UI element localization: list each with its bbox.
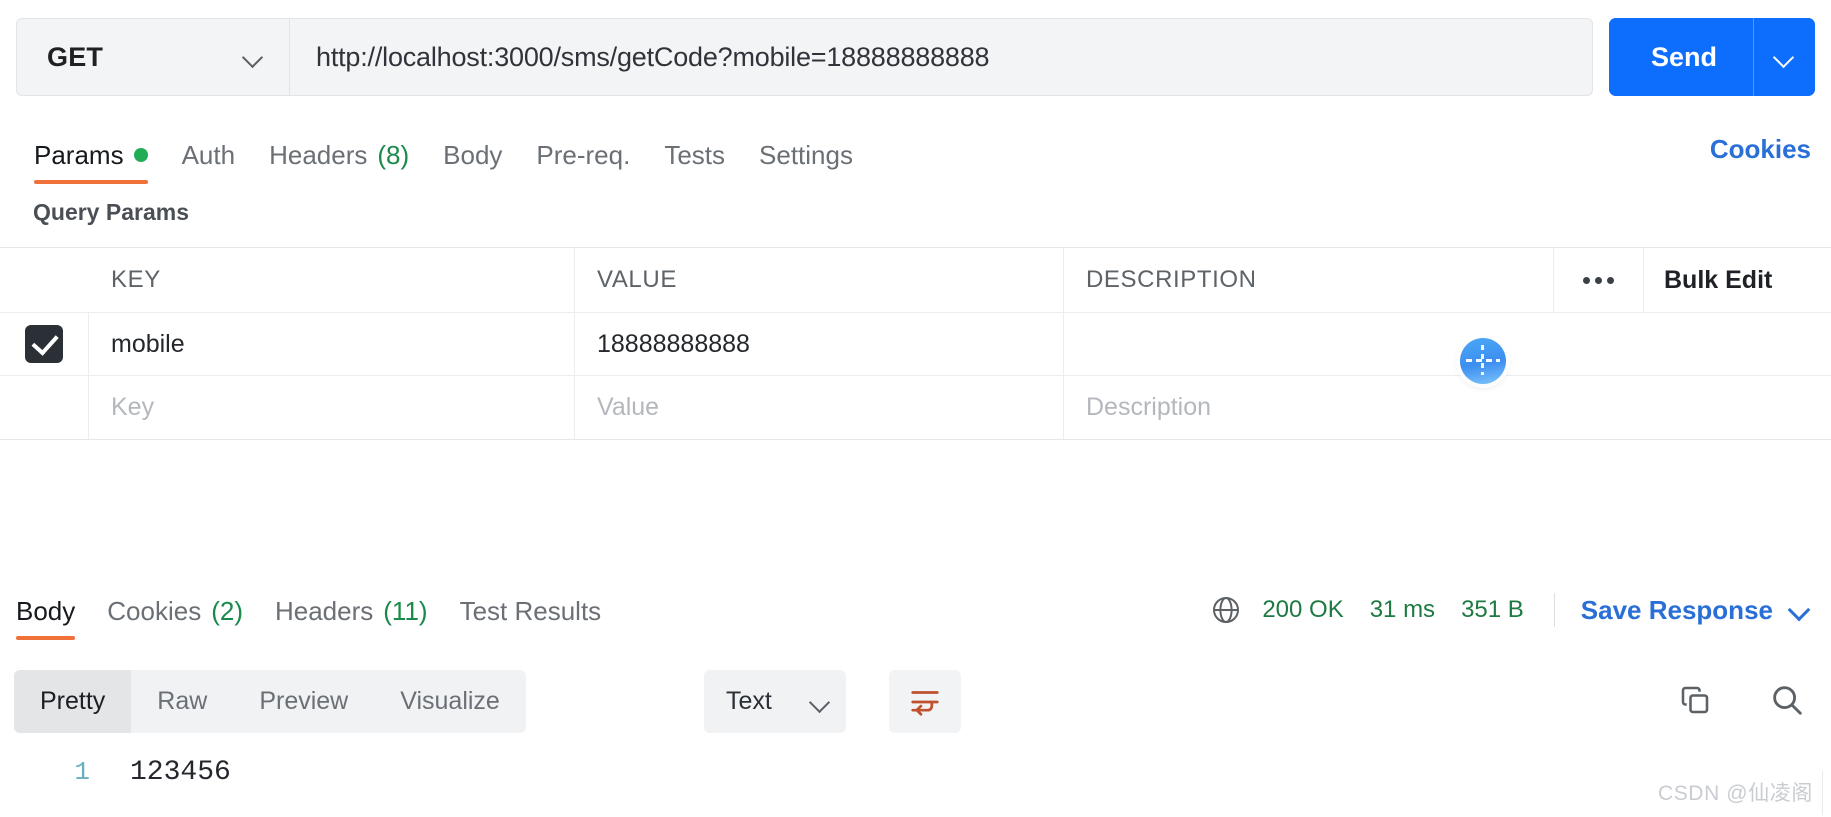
query-params-table: KEY VALUE DESCRIPTION Bulk Edit mobile 1… (0, 247, 1831, 440)
line-number: 1 (74, 757, 90, 787)
tab-tests[interactable]: Tests (647, 128, 742, 176)
chevron-down-icon (1774, 46, 1796, 68)
header-description-label: DESCRIPTION (1086, 266, 1257, 293)
chevron-down-icon (810, 691, 832, 713)
tab-settings[interactable]: Settings (742, 128, 870, 176)
globe-icon (1213, 597, 1240, 623)
row-checkbox[interactable] (26, 326, 62, 362)
response-format-select[interactable]: Text (704, 670, 846, 733)
tab-body-label: Body (443, 139, 503, 170)
search-button[interactable] (1765, 678, 1809, 722)
response-tab-body-label: Body (16, 595, 76, 626)
response-view-segmented-control: Pretty Raw Preview Visualize (14, 670, 526, 733)
response-time: 31 ms (1369, 596, 1436, 623)
http-method-select[interactable]: GET (16, 18, 289, 96)
response-tab-cookies-label: Cookies (107, 595, 202, 626)
empty-row-description-cell[interactable]: Description (1064, 376, 1831, 439)
response-format-label: Text (726, 687, 772, 715)
copy-button[interactable] (1673, 678, 1717, 722)
tab-headers-count: (8) (377, 139, 410, 170)
empty-row-checkbox-cell (0, 376, 89, 439)
row-description-cell[interactable] (1064, 313, 1831, 375)
postman-request-response-pane: GET Send Params Auth Headers (8) Body (0, 0, 1831, 817)
tab-settings-label: Settings (759, 139, 853, 170)
header-key-cell: KEY (89, 248, 575, 312)
empty-row-value-placeholder: Value (597, 393, 660, 421)
tab-tests-label: Tests (664, 139, 726, 170)
query-params-title: Query Params (33, 199, 189, 225)
view-visualize-button[interactable]: Visualize (374, 670, 526, 733)
response-size: 351 B (1461, 596, 1524, 623)
code-line: 1 123456 (0, 752, 1831, 792)
divider (1553, 593, 1555, 627)
response-tab-headers-label: Headers (274, 595, 374, 626)
chevron-down-icon[interactable] (1789, 599, 1811, 621)
row-value-cell[interactable]: 18888888888 (575, 313, 1064, 375)
send-options-button[interactable] (1753, 18, 1815, 96)
tab-headers-label: Headers (269, 139, 368, 170)
url-bar: GET Send (16, 18, 1815, 96)
table-row: mobile 18888888888 (0, 313, 1831, 376)
tab-auth[interactable]: Auth (165, 128, 253, 176)
empty-row-description-placeholder: Description (1086, 393, 1212, 421)
response-actions (1673, 678, 1809, 722)
row-checkbox-cell (0, 313, 89, 375)
response-tab-body[interactable]: Body (0, 586, 91, 640)
tab-pre-request[interactable]: Pre-req. (519, 128, 647, 176)
view-pretty-button[interactable]: Pretty (14, 670, 132, 733)
empty-row-key-cell[interactable]: Key (89, 376, 575, 439)
row-key-cell[interactable]: mobile (89, 313, 575, 375)
tab-params-label: Params (34, 139, 124, 170)
response-tab-cookies[interactable]: Cookies (2) (91, 586, 259, 632)
tab-params[interactable]: Params (17, 128, 165, 184)
cookies-link[interactable]: Cookies (1710, 134, 1811, 165)
table-row-empty: Key Value Description (0, 376, 1831, 439)
response-tab-test-results[interactable]: Test Results (444, 586, 618, 632)
response-tab-test-results-label: Test Results (459, 595, 602, 626)
row-value-value: 18888888888 (597, 329, 750, 358)
http-method-label: GET (47, 41, 104, 72)
response-tabs: Body Cookies (2) Headers (11) Test Resul… (0, 586, 1100, 648)
watermark-text: CSDN @仙凌阁 (1657, 782, 1813, 805)
ellipsis-icon (1583, 276, 1614, 284)
tab-body[interactable]: Body (426, 128, 519, 176)
send-button[interactable]: Send (1609, 18, 1753, 96)
empty-row-key-placeholder: Key (111, 393, 155, 421)
bulk-edit-button[interactable]: Bulk Edit (1644, 248, 1831, 312)
response-status-bar: 200 OK 31 ms 351 B Save Response (1210, 588, 1811, 632)
params-indicator-dot (133, 148, 148, 162)
save-response-button[interactable]: Save Response (1581, 595, 1773, 626)
response-body-viewer[interactable]: 1 123456 (0, 752, 1831, 817)
copy-icon (1681, 686, 1709, 714)
tab-headers[interactable]: Headers (8) (252, 128, 426, 176)
chevron-down-icon (243, 46, 265, 68)
send-button-group: Send (1609, 18, 1815, 96)
empty-row-value-cell[interactable]: Value (575, 376, 1064, 439)
row-key-value: mobile (111, 329, 185, 358)
search-icon (1773, 686, 1802, 715)
view-preview-button[interactable]: Preview (233, 670, 374, 733)
url-input[interactable] (316, 41, 1566, 73)
header-value-cell: VALUE (575, 248, 1064, 312)
request-tabs: Params Auth Headers (8) Body Pre-req. Te… (0, 128, 1831, 190)
line-content: 123456 (130, 756, 231, 788)
response-tab-cookies-count: (2) (211, 595, 243, 626)
bulk-edit-label: Bulk Edit (1664, 265, 1773, 294)
table-options-button[interactable] (1554, 248, 1644, 312)
url-input-wrapper[interactable] (289, 18, 1593, 96)
header-key-label: KEY (111, 266, 161, 293)
watermark-divider (1822, 771, 1823, 815)
response-tab-headers[interactable]: Headers (11) (259, 586, 444, 632)
header-description-cell: DESCRIPTION (1064, 248, 1554, 312)
tab-pre-request-label: Pre-req. (536, 139, 631, 170)
header-value-label: VALUE (597, 266, 677, 293)
word-wrap-icon (911, 690, 939, 716)
tab-auth-label: Auth (181, 139, 236, 170)
response-tab-headers-count: (11) (383, 595, 428, 626)
header-checkbox-cell (0, 248, 89, 312)
table-header-row: KEY VALUE DESCRIPTION Bulk Edit (0, 248, 1831, 313)
view-raw-button[interactable]: Raw (131, 670, 233, 733)
status-code: 200 OK (1262, 596, 1344, 623)
word-wrap-button[interactable] (889, 670, 961, 733)
